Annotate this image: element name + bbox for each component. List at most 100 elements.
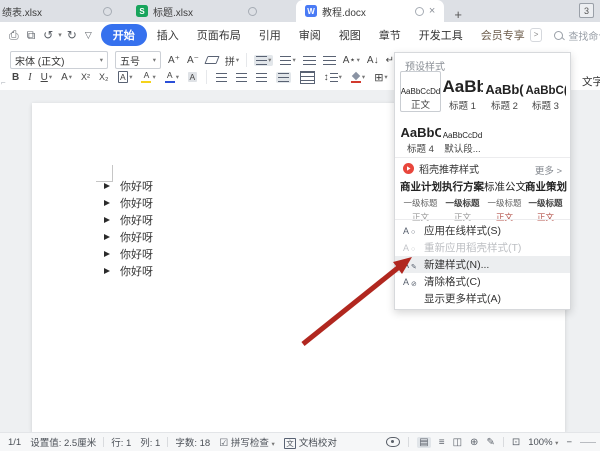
clear-format-icon[interactable]	[206, 56, 218, 64]
undo-icon[interactable]: ↺	[40, 28, 56, 42]
decrease-indent-button[interactable]	[303, 56, 316, 65]
tab-close-icon[interactable]: ×	[429, 6, 435, 17]
justify-icon	[278, 73, 289, 82]
numbered-list-button[interactable]: ▾	[280, 56, 295, 65]
distribute-button[interactable]	[300, 71, 315, 84]
style-preset-heading2[interactable]: AaBb( 标题 2	[484, 71, 525, 112]
underline-button[interactable]: U ▾	[41, 72, 53, 83]
docer-recommended-row[interactable]: 稻壳推荐样式	[403, 161, 479, 176]
doc-list-item[interactable]: 你好呀	[104, 194, 153, 211]
ribbon-tab-section[interactable]: 章节	[371, 24, 409, 46]
sort-button[interactable]: A↓	[367, 55, 379, 66]
subscript-button[interactable]: X₂	[99, 72, 109, 82]
menu-item-label: 显示更多样式(A)	[424, 291, 501, 306]
doc-proof-button[interactable]: 文 文档校对	[284, 435, 337, 449]
ribbon-tab-devtools[interactable]: 开发工具	[411, 24, 471, 46]
increase-indent-button[interactable]	[323, 56, 336, 65]
template-style-business-plan[interactable]: 商业计划 一级标题 正文	[400, 179, 441, 223]
ribbon-expand-chip[interactable]: >	[530, 28, 543, 42]
word-file-icon: W	[305, 5, 317, 17]
chevron-down-icon: ▾	[292, 56, 295, 64]
ribbon-tab-review[interactable]: 审阅	[291, 24, 329, 46]
doc-list-item[interactable]: 你好呀	[104, 245, 153, 262]
menu-show-more-styles[interactable]: 显示更多样式(A)	[395, 290, 570, 307]
ribbon-tab-view[interactable]: 视图	[331, 24, 369, 46]
menu-apply-online-style[interactable]: A○ 应用在线样式(S)	[395, 222, 570, 239]
line-spacing-button[interactable]: ↕ ▾	[324, 72, 342, 83]
shrink-font-button[interactable]: A⁻	[187, 55, 199, 66]
font-color-button[interactable]: A ▾	[165, 71, 179, 83]
spell-check-toggle[interactable]: ☑ 拼写检查 ▾	[219, 435, 275, 449]
redo-icon[interactable]: ↻	[64, 28, 80, 42]
ribbon-tab-home[interactable]: 开始	[101, 24, 147, 46]
ribbon-tab-insert[interactable]: 插入	[149, 24, 187, 46]
superscript-button[interactable]: X²	[81, 72, 90, 82]
style-preset-heading3[interactable]: AaBbC( 标题 3	[525, 71, 566, 112]
print-icon[interactable]: ⎙	[6, 28, 22, 43]
zoom-slider[interactable]	[580, 442, 596, 443]
menu-reapply-docer-style[interactable]: A○ 重新应用稻壳样式(T)	[395, 239, 570, 256]
style-preset-heading4[interactable]: AaBbC 标题 4	[400, 114, 441, 155]
align-center-button[interactable]	[236, 73, 247, 82]
undo-caret-icon[interactable]: ▾	[58, 31, 62, 39]
zoom-out-button[interactable]: −	[566, 437, 572, 448]
print-preview-icon[interactable]: ⧉	[24, 28, 39, 43]
ribbon-right-group-label[interactable]: 文字	[582, 74, 600, 89]
tab-sheet1[interactable]: 绩表.xlsx	[0, 0, 121, 22]
tab-sheet2[interactable]: S 标题.xlsx	[127, 0, 266, 22]
customize-toolbar-icon[interactable]: ▽	[82, 30, 95, 41]
font-size-select[interactable]: 五号 ▾	[115, 51, 161, 69]
tab-pin-icon[interactable]	[103, 7, 112, 16]
justify-button[interactable]	[276, 72, 291, 83]
ribbon-tab-member[interactable]: 会员专享	[473, 24, 528, 46]
paragraph-shading-button[interactable]: ▾	[351, 72, 365, 83]
outline-view-icon[interactable]: ≡	[439, 437, 445, 448]
char-border-button[interactable]: A ▾	[118, 71, 133, 83]
highlight-button[interactable]: A ▾	[141, 71, 155, 83]
more-styles-link[interactable]: 更多 >	[535, 163, 562, 177]
page-number[interactable]: 1/1	[8, 437, 21, 448]
book-view-icon[interactable]: ◫	[453, 437, 462, 448]
eye-protection-icon[interactable]	[386, 437, 400, 447]
phonetic-guide-button[interactable]: 拼 ▾	[225, 53, 239, 68]
style-preset-heading1[interactable]: AaBb 标题 1	[442, 71, 483, 112]
text-effects-button[interactable]: A⋆ ▾	[343, 55, 360, 66]
bold-button[interactable]: B	[12, 72, 19, 83]
doc-list-item[interactable]: 你好呀	[104, 262, 153, 279]
doc-list-item[interactable]: 你好呀	[104, 211, 153, 228]
italic-button[interactable]: I	[28, 72, 31, 83]
template-style-execution[interactable]: 执行方案 一级标题 正文	[442, 179, 483, 223]
ribbon-tab-page-layout[interactable]: 页面布局	[189, 24, 249, 46]
fit-page-icon[interactable]: ⊡	[512, 437, 520, 448]
web-view-icon[interactable]: ⊕	[470, 437, 478, 448]
font-name-select[interactable]: 宋体 (正文) ▾	[10, 51, 108, 69]
grow-font-button[interactable]: A⁺	[168, 55, 180, 66]
menu-clear-format[interactable]: A⊘ 清除格式(C)	[395, 273, 570, 290]
window-count-badge[interactable]: 3	[579, 3, 594, 18]
text-style-button[interactable]: A ▾	[61, 72, 72, 83]
word-count[interactable]: 字数: 18	[175, 435, 210, 449]
align-right-button[interactable]	[256, 73, 267, 82]
tab-pin-icon[interactable]	[415, 7, 424, 16]
doc-list-item[interactable]: 你好呀	[104, 177, 153, 194]
tab-pin-icon[interactable]	[248, 7, 257, 16]
page-view-icon[interactable]: ▤	[417, 437, 430, 448]
align-left-button[interactable]	[216, 73, 227, 82]
bullet-list-button[interactable]: ▾	[254, 55, 273, 66]
doc-list-item[interactable]: 你好呀	[104, 228, 153, 245]
new-tab-button[interactable]: +	[454, 7, 462, 22]
zoom-level[interactable]: 100% ▾	[528, 437, 558, 448]
template-style-official[interactable]: 标准公文 一级标题 正文	[484, 179, 525, 223]
borders-button[interactable]: ⊞ ▾	[374, 71, 387, 84]
style-preset-normal[interactable]: AaBbCcDd 正文	[400, 71, 441, 112]
pen-edit-icon[interactable]: ✎	[486, 437, 494, 448]
ribbon-tab-references[interactable]: 引用	[251, 24, 289, 46]
font-color-icon: A	[165, 71, 175, 83]
style-preset-default-para[interactable]: AaBbCcDd 默认段...	[442, 114, 483, 155]
margin-setting[interactable]: 设置值: 2.5厘米	[30, 435, 96, 449]
command-search-box[interactable]: 查找命令、搜索模板	[554, 28, 600, 43]
tab-document-active[interactable]: W 教程.docx ×	[296, 0, 444, 22]
template-style-strategy[interactable]: 商业策划 一级标题 正文	[525, 179, 566, 223]
menu-new-style[interactable]: A✎ 新建样式(N)...	[395, 256, 570, 273]
char-shading-button[interactable]: A	[188, 72, 197, 82]
